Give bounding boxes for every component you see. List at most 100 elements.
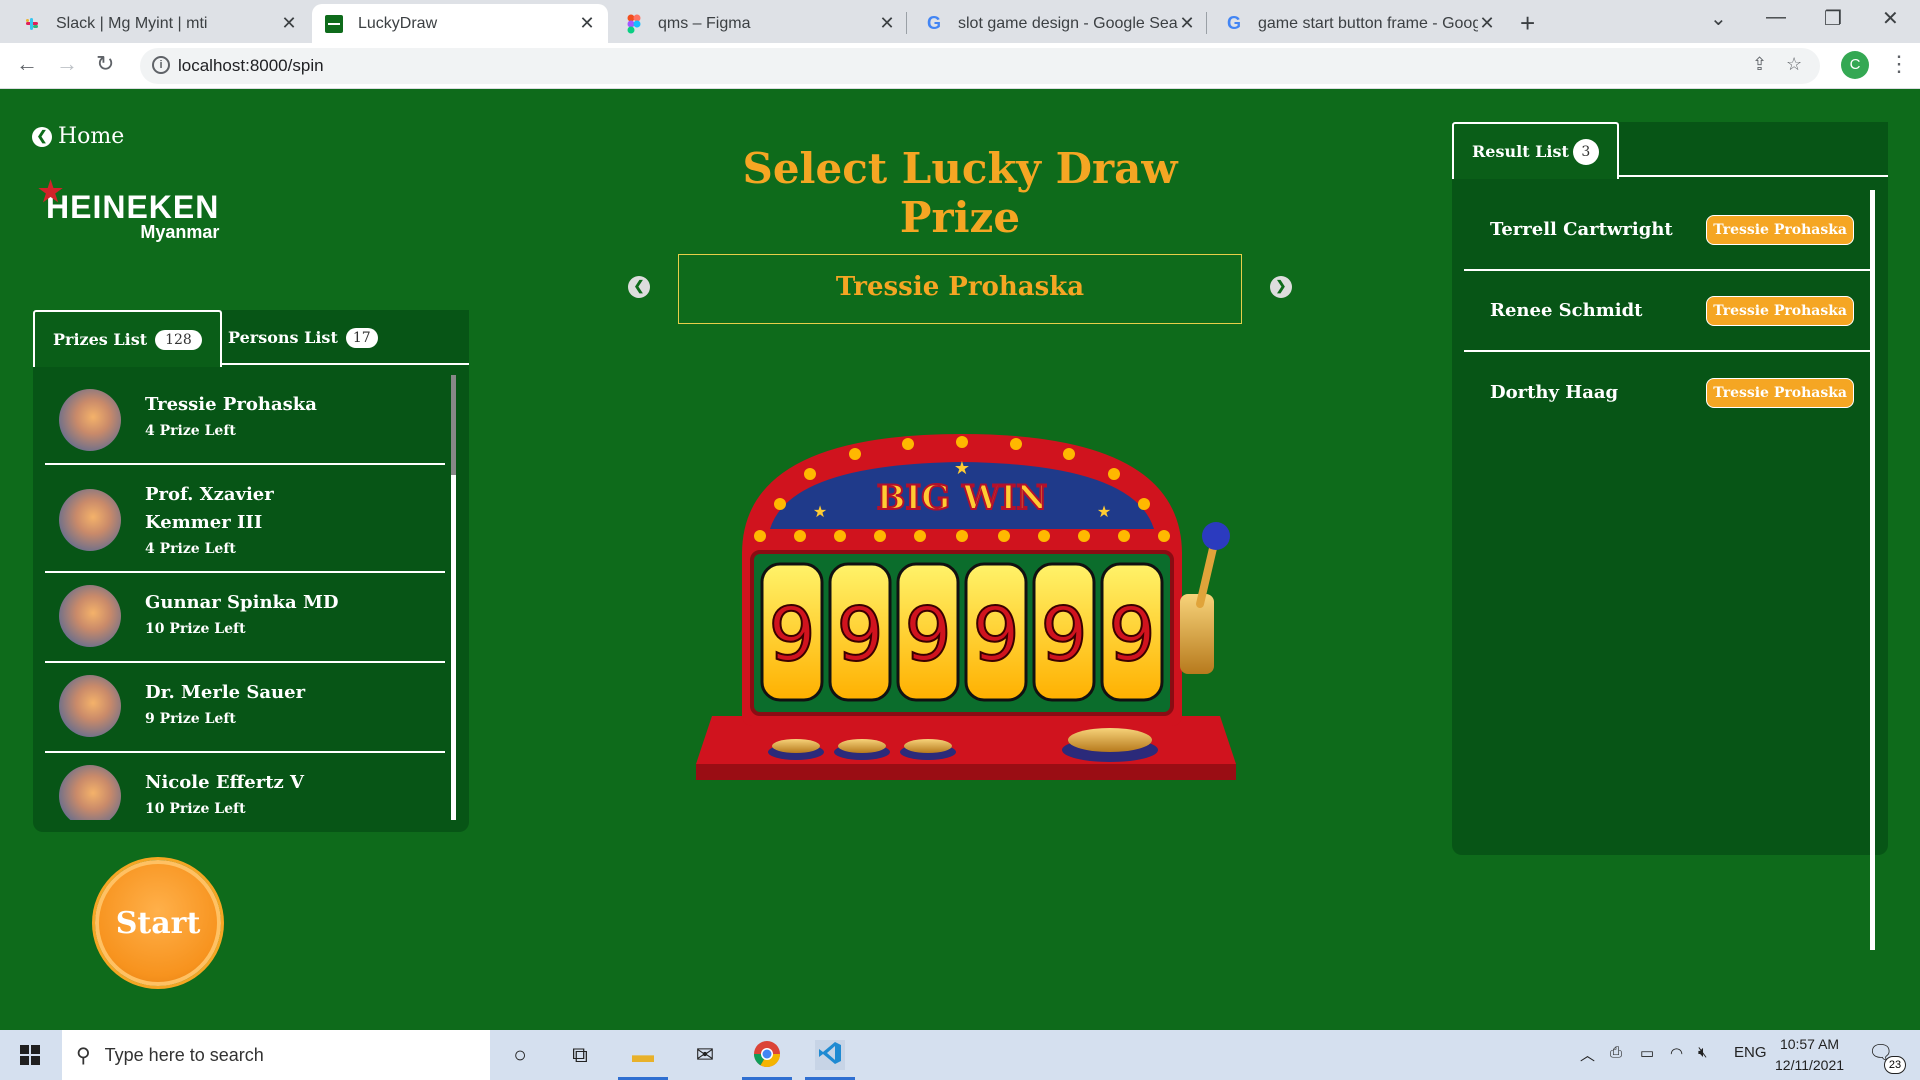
tab-title: LuckyDraw <box>358 14 438 32</box>
browser-tab-luckydraw[interactable]: LuckyDraw ✕ <box>312 4 608 43</box>
prize-item[interactable]: Gunnar Spinka MD 10 Prize Left <box>45 573 445 663</box>
tab-result-list[interactable]: Result List 3 <box>1452 122 1619 179</box>
forward-arrow-icon[interactable]: → <box>56 51 78 77</box>
prize-tag: Tressie Prohaska <box>1706 377 1854 408</box>
windows-taskbar: ⚲ Type here to search ○ ⧉ ▬ ✉ ︿ ⎙ ▭ ◠ 🔇︎… <box>0 1030 1920 1080</box>
minimize-icon[interactable]: — <box>1766 6 1786 29</box>
heineken-logo: ★ HEINEKEN Myanmar <box>38 176 219 243</box>
wifi-icon[interactable]: ◠ <box>1670 1044 1683 1062</box>
close-tab-icon[interactable]: ✕ <box>878 13 896 34</box>
prize-item[interactable]: Prof. Xzavier Kemmer III 4 Prize Left <box>45 465 445 573</box>
winner-name: Dorthy Haag <box>1490 382 1619 403</box>
show-hidden-icons-chevron-icon[interactable]: ︿ <box>1580 1044 1595 1065</box>
result-row: Renee Schmidt Tressie Prohaska <box>1464 271 1872 352</box>
prize-image <box>59 489 121 551</box>
tab-title: slot game design - Google Searc <box>958 14 1178 32</box>
prize-name: Nicole Effertz V <box>145 772 305 793</box>
prev-prize-arrow-icon[interactable]: ❮ <box>628 276 650 298</box>
task-view-icon[interactable]: ⧉ <box>565 1040 595 1070</box>
reel-digit: 9 <box>904 592 951 678</box>
prize-item[interactable]: Dr. Merle Sauer 9 Prize Left <box>45 663 445 753</box>
chevron-left-circle-icon: ❮ <box>32 126 52 147</box>
reel-digit: 9 <box>972 592 1019 678</box>
google-icon: G <box>926 13 941 33</box>
figma-icon <box>624 14 644 34</box>
taskbar-clock[interactable]: 10:57 AM 12/11/2021 <box>1775 1034 1844 1076</box>
prize-left: 4 Prize Left <box>145 423 236 439</box>
tab-prizes-list[interactable]: Prizes List 128 <box>33 310 222 367</box>
prize-name: Dr. Merle Sauer <box>145 682 306 703</box>
browser-tab-strip: Slack | Mg Myint | mti ✕ LuckyDraw ✕ qms… <box>0 0 1920 43</box>
vscode-icon[interactable] <box>815 1040 845 1070</box>
url-text[interactable]: localhost:8000/spin <box>178 56 324 76</box>
prize-left: 10 Prize Left <box>145 621 246 637</box>
close-tab-icon[interactable]: ✕ <box>1178 13 1196 34</box>
home-link[interactable]: ❮ Home <box>32 124 124 149</box>
address-bar[interactable]: i localhost:8000/spin ⇪ ☆ <box>140 48 1820 84</box>
reel-digit: 9 <box>836 592 883 678</box>
close-tab-icon[interactable]: ✕ <box>280 13 298 34</box>
back-arrow-icon[interactable]: ← <box>16 51 38 77</box>
prize-tag: Tressie Prohaska <box>1706 295 1854 326</box>
volume-muted-icon[interactable]: 🔇︎ <box>1698 1044 1707 1061</box>
result-scrollbar[interactable] <box>1870 190 1875 950</box>
battery-icon[interactable]: ▭ <box>1640 1044 1654 1062</box>
close-tab-icon[interactable]: ✕ <box>578 13 596 34</box>
winner-name: Terrell Cartwright <box>1490 219 1673 240</box>
browser-tab-figma[interactable]: qms – Figma ✕ <box>612 4 908 43</box>
tab-label: Persons List <box>228 328 338 347</box>
scrollbar-thumb[interactable] <box>451 375 456 475</box>
prize-item[interactable]: Tressie Prohaska 4 Prize Left <box>45 375 445 465</box>
result-list: Terrell Cartwright Tressie Prohaska Rene… <box>1464 190 1872 433</box>
site-info-icon[interactable]: i <box>152 56 170 74</box>
next-prize-arrow-icon[interactable]: ❯ <box>1270 276 1292 298</box>
prize-left: 9 Prize Left <box>145 711 236 727</box>
profile-avatar[interactable]: C <box>1841 51 1869 79</box>
heineken-icon <box>324 14 344 34</box>
prize-image <box>59 389 121 451</box>
language-indicator[interactable]: ENG <box>1734 1044 1767 1061</box>
google-icon: G <box>1226 13 1241 33</box>
close-tab-icon[interactable]: ✕ <box>1478 13 1496 34</box>
mail-icon[interactable]: ✉ <box>690 1040 720 1070</box>
start-button[interactable]: Start <box>95 860 221 986</box>
chrome-icon[interactable] <box>752 1040 782 1070</box>
tab-search-chevron-icon[interactable]: ⌄ <box>1710 6 1727 31</box>
file-explorer-icon[interactable]: ▬ <box>628 1040 658 1070</box>
tab-separator <box>906 12 907 34</box>
red-star-icon: ★ <box>38 176 65 207</box>
slot-machine: BIG WIN ★ ★ ★ 999999 <box>696 434 1236 780</box>
clock-date: 12/11/2021 <box>1775 1057 1845 1073</box>
close-window-icon[interactable]: ✕ <box>1882 6 1899 31</box>
count-badge: 3 <box>1572 138 1599 165</box>
left-tabs: Prizes List 128 Persons List 17 <box>33 310 469 367</box>
prize-image <box>59 765 121 820</box>
cortana-icon[interactable]: ○ <box>505 1040 535 1070</box>
clock-time: 10:57 AM <box>1779 1036 1840 1052</box>
browser-tab-google-2[interactable]: G game start button frame - Googl ✕ <box>1212 4 1508 43</box>
prize-item[interactable]: Nicole Effertz V 10 Prize Left <box>45 753 445 820</box>
tab-persons-list[interactable]: Persons List 17 <box>228 310 378 365</box>
slot-banner: BIG WIN <box>877 478 1048 518</box>
result-row: Dorthy Haag Tressie Prohaska <box>1464 352 1872 433</box>
prizes-panel: Prizes List 128 Persons List 17 Tressie … <box>33 310 469 832</box>
bookmark-star-icon[interactable]: ☆ <box>1786 54 1802 75</box>
reel-digit: 9 <box>1040 592 1087 678</box>
taskbar-search-box[interactable]: ⚲ Type here to search <box>62 1030 490 1080</box>
tab-title: Slack | Mg Myint | mti <box>56 14 208 32</box>
lucky-draw-app: ❮ Home ★ HEINEKEN Myanmar Prizes List 128… <box>0 89 1920 1030</box>
restore-icon[interactable]: ❐ <box>1824 6 1842 31</box>
tab-label: Prizes List <box>53 330 148 349</box>
windows-start-icon[interactable] <box>20 1045 40 1065</box>
prizes-scrollbar[interactable] <box>451 375 456 820</box>
slack-icon <box>22 14 42 34</box>
share-icon[interactable]: ⇪ <box>1752 54 1767 75</box>
menu-kebab-icon[interactable]: ⋮ <box>1888 51 1910 77</box>
browser-tab-google-1[interactable]: G slot game design - Google Searc ✕ <box>912 4 1208 43</box>
meet-now-icon[interactable]: ⎙ <box>1610 1044 1622 1061</box>
prize-name: Tressie Prohaska <box>145 394 317 415</box>
lever-knob[interactable] <box>1202 522 1230 550</box>
browser-tab-slack[interactable]: Slack | Mg Myint | mti ✕ <box>10 4 310 43</box>
new-tab-plus-icon[interactable]: + <box>1520 8 1535 39</box>
reload-icon[interactable]: ↻ <box>96 51 114 77</box>
